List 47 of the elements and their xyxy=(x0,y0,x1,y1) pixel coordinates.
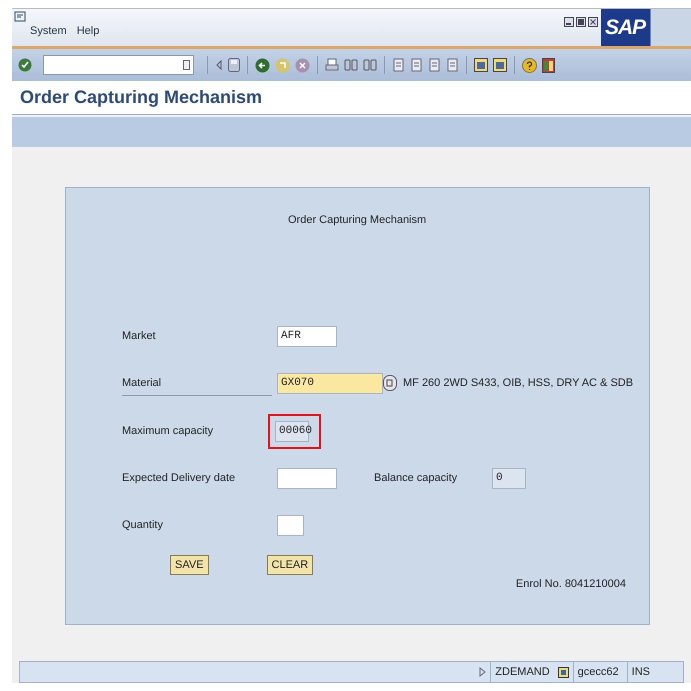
back-icon[interactable] xyxy=(215,59,223,71)
expand-icon[interactable] xyxy=(479,667,486,677)
sap-logo: SAP xyxy=(605,16,646,40)
transaction-code: ZDEMAND xyxy=(490,662,554,682)
cancel-icon[interactable] xyxy=(295,58,310,72)
page-icon[interactable] xyxy=(446,58,459,72)
insert-mode: INS xyxy=(626,662,654,682)
session-icon[interactable] xyxy=(558,666,569,678)
window-menu-icon[interactable] xyxy=(14,11,26,22)
minimize-icon[interactable] xyxy=(564,17,574,27)
binoculars-icon[interactable] xyxy=(344,58,358,72)
field-label: Quantity xyxy=(122,519,164,531)
form-heading: Order Capturing Mechanism xyxy=(288,214,426,226)
page-icon[interactable] xyxy=(392,58,405,72)
input-field[interactable] xyxy=(277,468,337,488)
material-description: MF 260 2WD S433, OIB, HSS, DRY AC & SDB xyxy=(403,377,634,389)
save-icon[interactable] xyxy=(228,58,240,72)
menu-item[interactable]: System xyxy=(30,25,67,37)
maximize-icon[interactable] xyxy=(576,17,586,27)
field-label: Maximum capacity xyxy=(122,425,214,437)
binoculars-plus-icon[interactable] xyxy=(363,58,377,72)
enrol-number: Enrol No. 8041210004 xyxy=(516,578,626,590)
input-field[interactable]: 00060 xyxy=(275,420,309,442)
page-icon[interactable] xyxy=(410,58,423,72)
form-button[interactable]: SAVE xyxy=(170,555,209,575)
input-field: 0 xyxy=(492,468,526,488)
screen-title: Order Capturing Mechanism xyxy=(20,87,262,108)
window-edit-icon[interactable] xyxy=(493,58,507,72)
window-icon[interactable] xyxy=(474,58,488,72)
enter-icon[interactable] xyxy=(18,58,32,72)
field-label: Market xyxy=(122,330,157,342)
field-label: Balance capacity xyxy=(374,472,458,484)
form-button[interactable]: CLEAR xyxy=(266,555,314,575)
input-field[interactable] xyxy=(277,514,304,536)
printer-icon[interactable] xyxy=(325,58,339,72)
command-field[interactable] xyxy=(43,55,194,75)
input-field[interactable]: GX070 xyxy=(277,372,383,394)
input-field[interactable]: AFR xyxy=(277,326,337,346)
dropdown-icon[interactable] xyxy=(183,60,190,70)
menu-item[interactable]: Help xyxy=(76,25,100,37)
page-icon[interactable] xyxy=(428,58,441,72)
close-icon[interactable] xyxy=(588,17,598,27)
field-label: Material xyxy=(122,377,162,389)
help-icon[interactable] xyxy=(522,58,537,72)
server-name: gcecc62 xyxy=(572,662,623,682)
field-label: Expected Delivery date xyxy=(122,472,236,484)
value-help-icon[interactable] xyxy=(383,375,397,391)
